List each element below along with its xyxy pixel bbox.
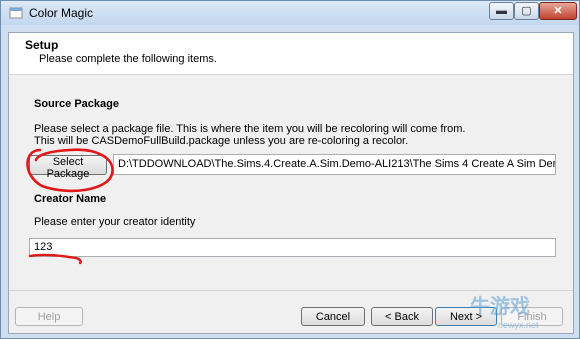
app-window: Color Magic ▬ ▢ ✕ Setup Please complete … [0,0,580,339]
minimize-button[interactable]: ▬ [489,2,514,20]
page-title: Setup [25,38,59,52]
back-button[interactable]: < Back [371,307,433,326]
window-title: Color Magic [29,6,94,20]
source-package-description-1: Please select a package file. This is wh… [34,123,466,135]
page-subtitle: Please complete the following items. [39,53,217,65]
color-magic-app-icon [9,7,23,19]
creator-name-label: Creator Name [34,193,107,205]
close-button[interactable]: ✕ [539,2,577,20]
maximize-icon: ▢ [521,5,532,17]
select-package-button[interactable]: Select Package [29,155,107,180]
maximize-button[interactable]: ▢ [514,2,539,20]
help-button[interactable]: Help [15,307,83,326]
wizard-panel: Setup Please complete the following item… [8,32,574,334]
creator-name-input[interactable]: 123 [29,238,556,257]
minimize-icon: ▬ [496,5,507,17]
package-path-field[interactable]: D:\TDDOWNLOAD\The.Sims.4.Create.A.Sim.De… [113,154,556,175]
cancel-button[interactable]: Cancel [301,307,365,326]
source-package-label: Source Package [34,98,119,110]
source-package-description-2: This will be CASDemoFullBuild.package un… [34,135,409,147]
creator-name-prompt: Please enter your creator identity [34,216,196,228]
wizard-header: Setup Please complete the following item… [9,33,573,75]
close-icon: ✕ [553,5,563,17]
watermark-url: newyx.net [498,320,539,330]
watermark-logo: 牛游戏 [470,296,530,318]
